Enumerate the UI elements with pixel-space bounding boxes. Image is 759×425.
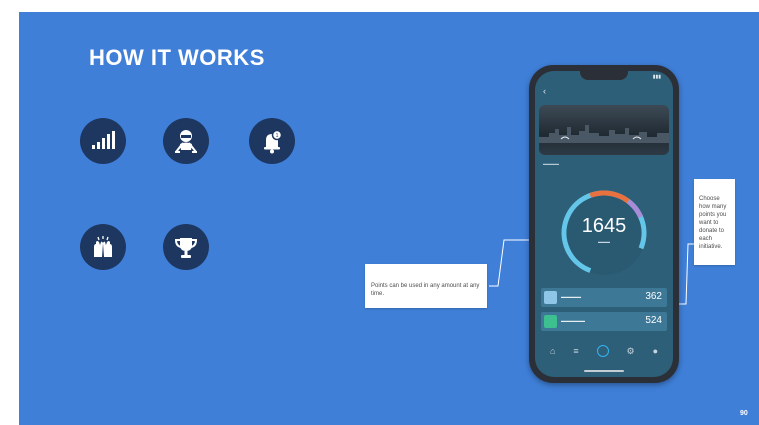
- points-caption-bar: ▬▬▬: [598, 239, 610, 244]
- initiative-icon: [544, 291, 557, 304]
- initiative-row-1[interactable]: ▬▬▬▬▬ 362: [541, 288, 667, 307]
- phone-notch: [580, 71, 628, 80]
- status-bar-icon: ▮▮▮: [652, 74, 661, 80]
- donation-choice-callout: Choose how many points you want to donat…: [694, 179, 735, 265]
- initiative-points: 524: [645, 315, 662, 326]
- nav-settings-icon[interactable]: ⚙: [627, 346, 635, 357]
- nav-center-icon[interactable]: [596, 345, 609, 357]
- section-label-bar: ▬▬▬▬: [543, 161, 559, 166]
- team-banner: [539, 105, 669, 155]
- home-indicator: [584, 370, 624, 372]
- initiative-points: 362: [645, 291, 662, 302]
- points-usage-callout: Points can be used in any amount at any …: [365, 264, 487, 308]
- nav-list-icon[interactable]: ≡: [573, 346, 578, 356]
- points-total: 1645: [581, 215, 627, 237]
- city-skyline-icon: [539, 125, 669, 143]
- initiative-label-bar: ▬▬▬▬▬▬: [561, 318, 585, 323]
- phone-mockup: ▮▮▮ ‹ ▬▬▬▬ 1645 ▬▬▬ ▬▬▬▬▬ 362 ▬▬▬▬▬▬ 524…: [529, 65, 679, 383]
- nav-home-icon[interactable]: ⌂: [550, 346, 555, 356]
- back-arrow-icon[interactable]: ‹: [543, 86, 546, 96]
- bottom-nav: ⌂ ≡ ⚙ ●: [535, 333, 673, 369]
- slide: HOW IT WORKS 1 ▮▮▮ ‹ ▬▬▬▬ 1645 ▬▬▬ ▬▬▬▬▬…: [19, 12, 759, 425]
- initiative-row-2[interactable]: ▬▬▬▬▬▬ 524: [541, 312, 667, 331]
- initiative-label-bar: ▬▬▬▬▬: [561, 294, 581, 299]
- phone-screen: ▮▮▮ ‹ ▬▬▬▬ 1645 ▬▬▬ ▬▬▬▬▬ 362 ▬▬▬▬▬▬ 524…: [535, 71, 673, 377]
- initiative-icon: [544, 315, 557, 328]
- nav-profile-icon[interactable]: ●: [653, 346, 658, 356]
- corner-logo: 90: [740, 410, 748, 417]
